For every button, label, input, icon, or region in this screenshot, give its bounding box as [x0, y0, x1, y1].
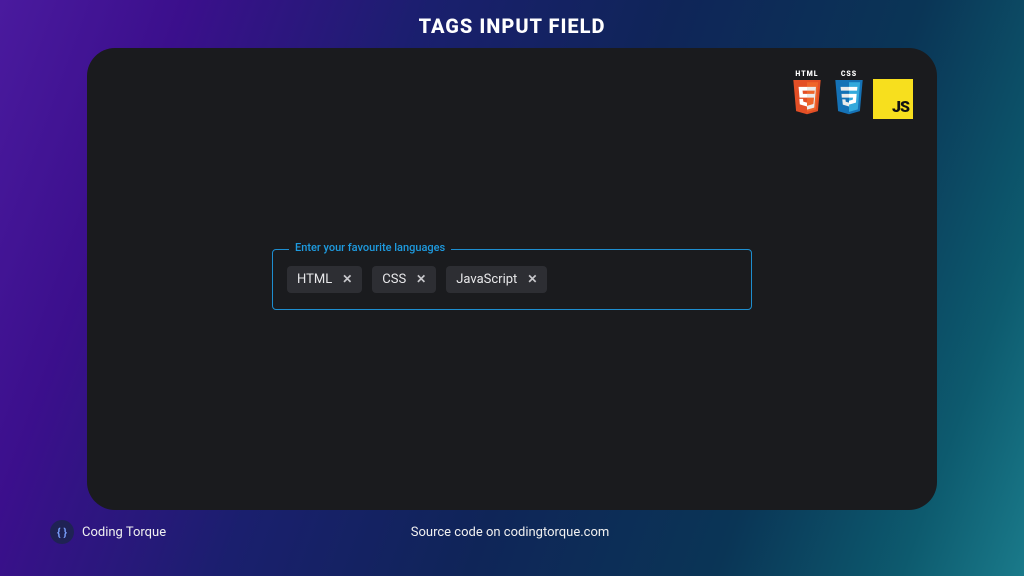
close-icon[interactable]: ✕	[527, 273, 537, 285]
css3-badge: CSS	[831, 70, 867, 118]
close-icon[interactable]: ✕	[342, 273, 352, 285]
html5-icon	[789, 80, 825, 118]
tag-label: HTML	[297, 272, 332, 287]
close-icon[interactable]: ✕	[416, 273, 426, 285]
tag-chip: JavaScript ✕	[446, 266, 547, 293]
js-icon: JS	[892, 97, 909, 116]
tags-legend: Enter your favourite languages	[289, 241, 451, 254]
page-title: TAGS INPUT FIELD	[419, 14, 606, 38]
css3-label: CSS	[841, 70, 857, 78]
tag-label: CSS	[382, 272, 406, 287]
tag-chip: HTML ✕	[287, 266, 362, 293]
css3-icon	[831, 80, 867, 118]
tags-input-field[interactable]: Enter your favourite languages HTML ✕ CS…	[272, 249, 752, 310]
javascript-badge: JS	[873, 79, 913, 119]
html5-label: HTML	[795, 70, 818, 78]
tags-text-input[interactable]	[557, 266, 737, 292]
tag-chip: CSS ✕	[372, 266, 436, 293]
tag-label: JavaScript	[456, 272, 517, 287]
source-link-text: Source code on codingtorque.com	[46, 525, 974, 540]
footer: { } Coding Torque Source code on codingt…	[0, 520, 1024, 544]
tech-badges: HTML CSS JS	[789, 68, 913, 119]
demo-panel: HTML CSS JS Enter your favourite languag…	[87, 48, 937, 510]
html5-badge: HTML	[789, 70, 825, 118]
